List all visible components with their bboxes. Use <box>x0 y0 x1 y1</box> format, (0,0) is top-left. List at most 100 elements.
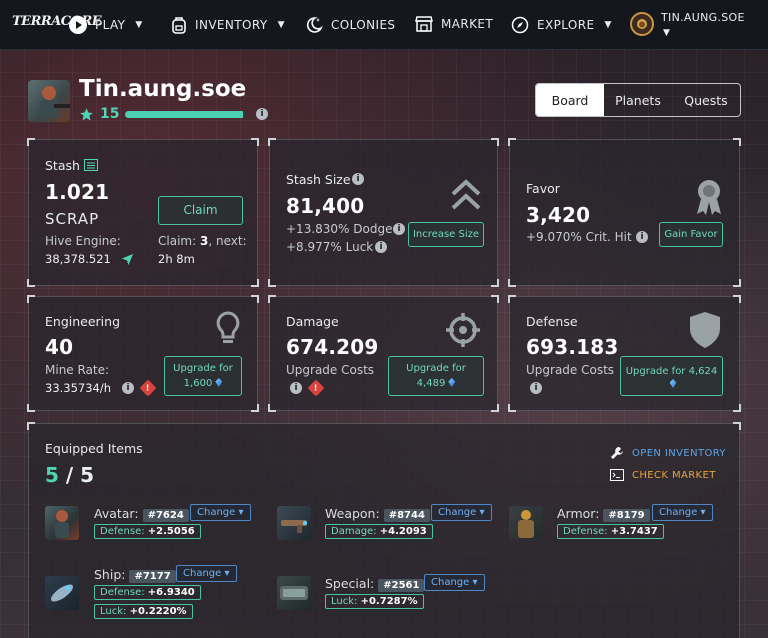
open-inventory-label: OPEN INVENTORY <box>632 447 726 459</box>
info-icon[interactable]: i <box>122 382 134 394</box>
hive-engine-label: Hive Engine: <box>45 234 121 248</box>
item-ship-label: Ship: <box>94 567 126 582</box>
next-claim-time: 2h 8m <box>158 252 195 266</box>
user-avatar[interactable] <box>630 12 654 36</box>
item-avatar-id: #7624 <box>142 509 189 522</box>
avatar-stat: Defense: +2.5056 <box>94 524 201 539</box>
item-weapon-id: #8744 <box>383 509 430 522</box>
info-icon[interactable]: i <box>375 241 387 253</box>
ledger-icon <box>84 159 98 171</box>
gain-favor-button[interactable]: Gain Favor <box>659 222 723 247</box>
tab-board[interactable]: Board <box>536 84 604 116</box>
increase-size-button[interactable]: Increase Size <box>408 222 484 247</box>
send-icon[interactable] <box>121 253 134 266</box>
info-icon[interactable]: i <box>393 223 405 235</box>
item-special-label: Special: <box>325 576 375 591</box>
check-market-label: CHECK MARKET <box>632 469 716 481</box>
warning-icon[interactable]: ! <box>139 379 157 397</box>
nav-explore[interactable]: EXPLORE ▼ <box>511 16 612 34</box>
item-armor-label: Armor: <box>557 506 600 521</box>
claim-info: Claim: 3, next: <box>158 234 247 248</box>
equipped-total: 5 <box>80 463 95 487</box>
damage-upgrade-costs-label: Upgrade Costs <box>286 363 375 377</box>
claim-button[interactable]: Claim <box>158 196 243 225</box>
item-avatar-label: Avatar: <box>94 506 139 521</box>
equipped-count: 5 / 5 <box>45 463 94 487</box>
nav-colonies[interactable]: COLONIES <box>305 16 395 34</box>
nav-colonies-label: COLONIES <box>331 18 396 32</box>
item-special-id: #2561 <box>378 579 425 592</box>
stash-title: Stash <box>45 158 80 173</box>
lion-icon <box>637 19 647 29</box>
defense-title: Defense <box>526 314 578 329</box>
nav-market[interactable]: MARKET <box>415 16 493 32</box>
info-icon[interactable]: i <box>256 108 268 120</box>
star-icon <box>80 107 93 120</box>
upgrade-label: Upgrade for <box>173 363 233 374</box>
weapon-thumbnail[interactable] <box>277 506 311 540</box>
item-weapon: Weapon: #8744 <box>325 506 430 522</box>
info-icon[interactable]: i <box>636 231 648 243</box>
upgrade-damage-button[interactable]: Upgrade for 4,489 <box>388 356 484 396</box>
nav-explore-label: EXPLORE <box>537 18 595 32</box>
defense-card: Defense 693.183 Upgrade Costs i Upgrade … <box>508 295 741 412</box>
ship-change-button[interactable]: Change ▾ <box>176 565 237 582</box>
engineering-card: Engineering 40 Mine Rate: 33.35734/h i !… <box>27 295 259 412</box>
info-icon[interactable]: i <box>352 173 364 185</box>
item-ship-id: #7177 <box>129 570 176 583</box>
top-navbar: TERRACORE PLAY ▼ INVENTORY ▼ COLONIES MA… <box>0 0 768 50</box>
nav-market-label: MARKET <box>441 17 494 31</box>
damage-card: Damage 674.209 Upgrade Costs i ! Upgrade… <box>268 295 499 412</box>
level-progress-bar <box>125 111 245 118</box>
dodge-bonus: +13.830% Dodge <box>286 222 393 236</box>
double-chevron-up-icon <box>451 179 481 210</box>
gem-icon <box>215 378 223 387</box>
special-change-button[interactable]: Change ▾ <box>424 574 485 591</box>
weapon-stat: Damage: +4.2093 <box>325 524 433 539</box>
open-inventory-link[interactable]: OPEN INVENTORY <box>610 446 726 460</box>
warning-icon[interactable]: ! <box>307 379 325 397</box>
avatar-change-button[interactable]: Change ▾ <box>190 504 251 521</box>
nav-inventory-label: INVENTORY <box>195 18 268 32</box>
engineering-value: 40 <box>45 335 74 359</box>
tab-quests[interactable]: Quests <box>672 84 740 116</box>
equipped-current: 5 <box>45 463 59 487</box>
engineering-title: Engineering <box>45 314 120 329</box>
tab-planets[interactable]: Planets <box>604 84 672 116</box>
nav-play[interactable]: PLAY ▼ <box>69 16 143 34</box>
armor-thumbnail[interactable] <box>509 506 543 540</box>
info-icon[interactable]: i <box>530 382 542 394</box>
weapon-change-button[interactable]: Change ▾ <box>431 504 492 521</box>
user-name[interactable]: TIN.AUNG.SOE <box>661 11 745 24</box>
ship-thumbnail[interactable] <box>45 576 79 610</box>
item-avatar: Avatar: #7624 <box>94 506 189 522</box>
upgrade-engineering-button[interactable]: Upgrade for 1,600 <box>164 356 242 396</box>
upgrade-label: Upgrade for <box>406 363 466 374</box>
chevron-down-icon: ▼ <box>604 20 612 30</box>
equipped-separator: / <box>65 463 74 487</box>
avatar-thumbnail[interactable] <box>45 506 79 540</box>
nav-play-label: PLAY <box>95 18 126 32</box>
armor-change-button[interactable]: Change ▾ <box>652 504 713 521</box>
upgrade-defense-button[interactable]: Upgrade for 4,624 <box>620 356 723 396</box>
chevron-down-icon[interactable]: ▼ <box>663 28 670 38</box>
chevron-down-icon: ▼ <box>277 20 285 30</box>
special-thumbnail[interactable] <box>277 576 311 610</box>
defense-value: 693.183 <box>526 335 619 359</box>
favor-card: Favor 3,420 +9.070% Crit. Hit i Gain Fav… <box>508 138 741 287</box>
nav-inventory[interactable]: INVENTORY ▼ <box>171 16 285 34</box>
info-icon[interactable]: i <box>290 382 302 394</box>
check-market-link[interactable]: CHECK MARKET <box>610 469 716 481</box>
damage-title: Damage <box>286 314 339 329</box>
item-armor-id: #8179 <box>603 509 650 522</box>
favor-title: Favor <box>526 181 560 196</box>
special-stat: Luck: +0.7287% <box>325 594 424 609</box>
store-icon <box>415 16 433 32</box>
stash-size-card: Stash Size i 81,400 +13.830% Dodge i +8.… <box>268 138 499 287</box>
stash-size-title: Stash Size <box>286 172 351 187</box>
gem-icon <box>448 378 456 387</box>
shield-icon <box>690 312 720 348</box>
equipped-items-panel: Equipped Items 5 / 5 OPEN INVENTORY CHEC… <box>27 422 741 638</box>
profile-name: Tin.aung.soe <box>79 76 247 102</box>
terminal-icon <box>610 469 624 481</box>
